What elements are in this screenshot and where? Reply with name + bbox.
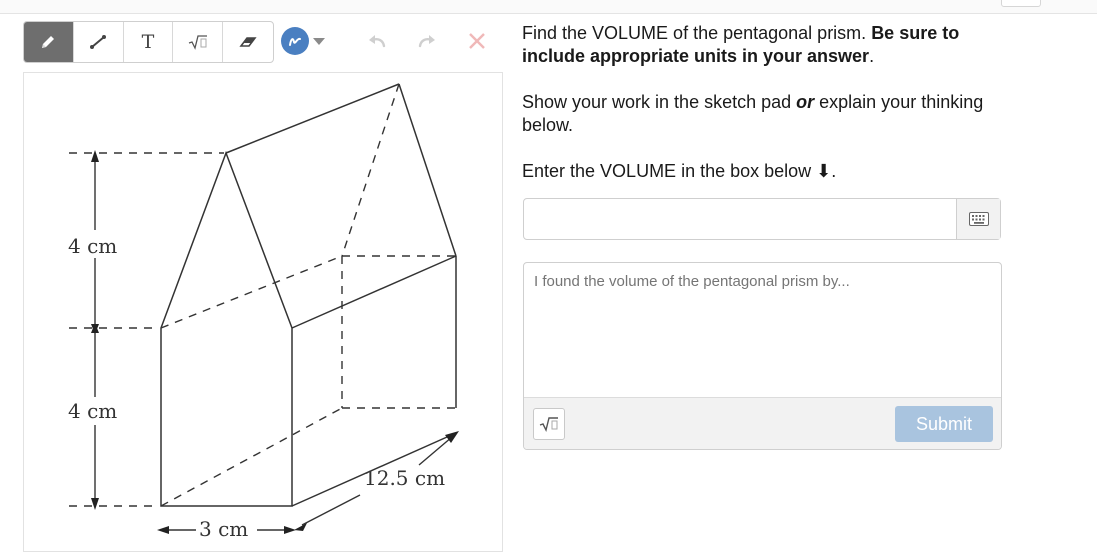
length-dimension-line-upper [418, 436, 453, 466]
stroke-style-picker[interactable] [281, 27, 326, 55]
height-bottom-label: 4 cm [68, 399, 117, 423]
keyboard-button[interactable] [956, 199, 1000, 239]
hidden-roof-left [341, 83, 400, 257]
text-tool-button[interactable]: T [124, 22, 174, 62]
height-top-label: 4 cm [68, 234, 117, 258]
length-label: 12.5 cm [364, 466, 445, 490]
close-icon[interactable] [467, 31, 487, 51]
arrow-width-left [157, 526, 169, 534]
work-instruction: Show your work in the sketch pad or expl… [522, 91, 992, 137]
eraser-icon [239, 37, 257, 47]
work-text-or: or [796, 92, 815, 112]
undo-icon[interactable] [366, 30, 388, 52]
chevron-down-icon [313, 38, 325, 45]
width-label: 3 cm [199, 517, 248, 541]
top-right-button[interactable] [1001, 0, 1041, 7]
eraser-tool-button[interactable] [223, 22, 273, 62]
volume-answer-box [523, 198, 1001, 240]
math-input-button[interactable] [533, 408, 565, 440]
line-tool-button[interactable] [74, 22, 124, 62]
explanation-textarea[interactable] [524, 263, 1001, 396]
keyboard-icon [968, 212, 989, 226]
work-text-pre: Show your work in the sketch pad [522, 92, 797, 112]
top-bar [0, 0, 1097, 14]
pencil-tool-button[interactable] [24, 22, 74, 62]
stroke-icon [289, 37, 301, 46]
explanation-footer: Submit [524, 397, 1001, 449]
question-period: . [869, 46, 875, 66]
submit-button[interactable]: Submit [895, 406, 993, 442]
sqrt-icon [188, 35, 207, 50]
roof-ridge [225, 83, 400, 154]
pencil-icon [42, 36, 55, 48]
roof-right-edge [398, 83, 457, 257]
question-prompt: Find the VOLUME of the pentagonal prism.… [522, 22, 1002, 68]
hidden-bottom-left [160, 407, 343, 507]
sqrt-icon [539, 417, 558, 433]
front-face [160, 150, 293, 507]
sketch-toolbar: T [23, 21, 274, 63]
volume-answer-input[interactable] [524, 199, 957, 239]
enter-instruction: Enter the VOLUME in the box below ⬇. [522, 161, 837, 181]
pentagonal-prism-figure: 4 cm 4 cm 3 cm 12.5 cm [64, 83, 459, 541]
question-text: Find the VOLUME of the pentagonal prism. [522, 23, 872, 43]
explanation-box: Submit [523, 262, 1002, 450]
text-icon: T [141, 31, 155, 53]
length-dimension-line-lower [301, 494, 361, 526]
math-tool-button[interactable] [173, 22, 224, 62]
redo-icon[interactable] [416, 30, 438, 52]
sketch-pad[interactable]: 4 cm 4 cm 3 cm 12.5 cm [23, 72, 503, 552]
stroke-style-button[interactable] [281, 27, 309, 55]
arrow-top [91, 150, 99, 162]
arrow-length-lower [294, 523, 307, 531]
arrow-bottom [91, 498, 99, 510]
line-icon [90, 35, 107, 49]
